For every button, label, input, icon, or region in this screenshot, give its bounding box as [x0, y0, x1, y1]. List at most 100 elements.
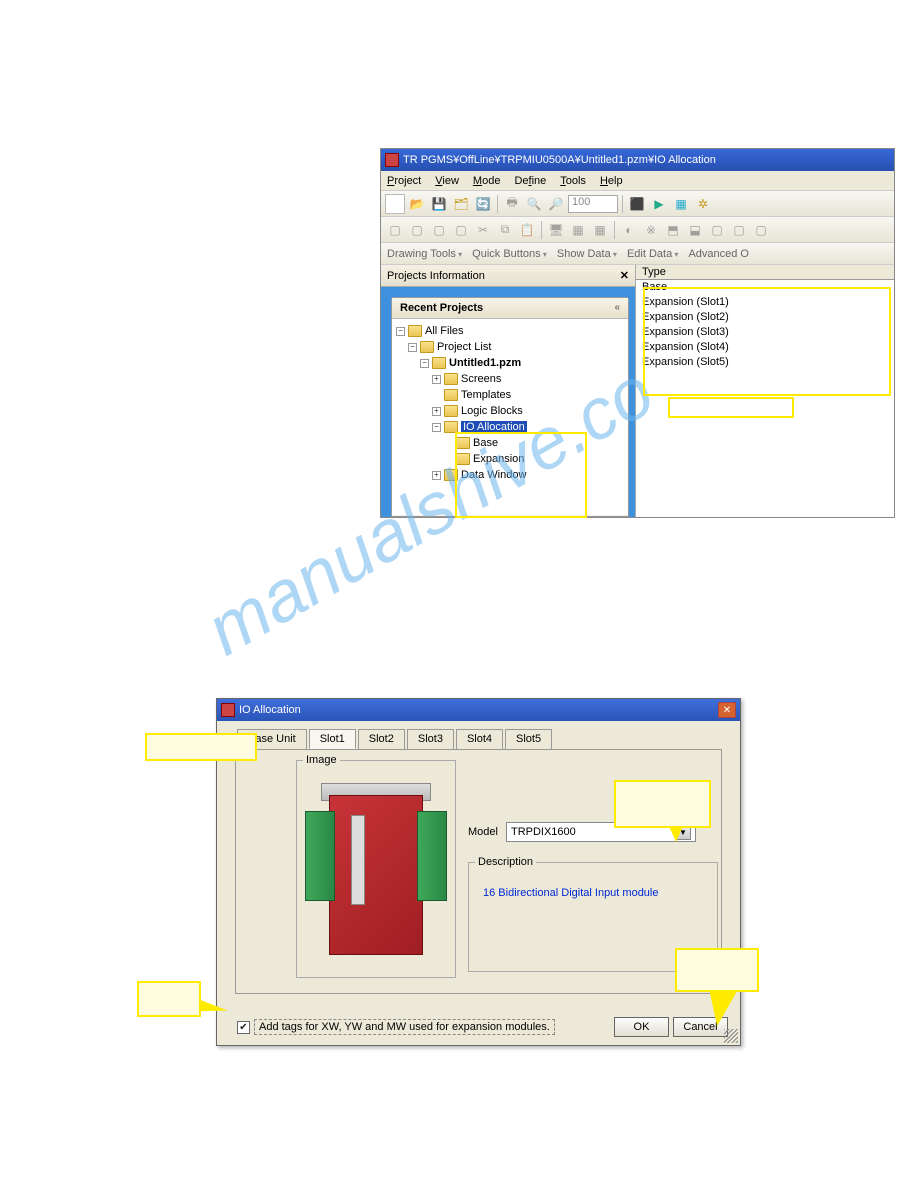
zoom-in-icon[interactable]: 🔍 — [524, 194, 544, 214]
toolstrip: Drawing Tools Quick Buttons Show Data Ed… — [381, 243, 894, 265]
close-icon[interactable]: ✕ — [620, 269, 629, 282]
tb-icon[interactable]: ▢ — [429, 220, 449, 240]
dialog-titlebar: IO Allocation ✕ — [217, 699, 740, 721]
main-window: TR PGMS¥OffLine¥TRPMIU0500A¥Untitled1.pz… — [380, 148, 895, 518]
tree-node-expansion[interactable]: Expansion — [396, 451, 624, 467]
callout-tabs — [145, 733, 257, 761]
paste-icon[interactable]: 📋 — [517, 220, 537, 240]
type-item-slot5[interactable]: Expansion (Slot5) — [636, 356, 894, 371]
tb-icon[interactable]: ※ — [641, 220, 661, 240]
recent-projects-header[interactable]: Recent Projects « — [392, 298, 628, 319]
addtags-checkbox[interactable]: ✔ — [237, 1021, 250, 1034]
model-value: TRPDIX1600 — [511, 826, 576, 838]
resize-grip[interactable] — [724, 1029, 738, 1043]
stop-icon[interactable]: ⬛ — [627, 194, 647, 214]
tree-node-projectlist[interactable]: −Project List — [396, 339, 624, 355]
type-item-base[interactable]: Base — [636, 281, 894, 296]
tb-icon[interactable]: ▢ — [729, 220, 749, 240]
type-panel: Type Base Expansion (Slot1) Expansion (S… — [636, 265, 894, 517]
menu-define[interactable]: Define — [514, 175, 546, 187]
toolbar-1: ▾ 📂 💾 🗂 🔄 🖶 🔍 🔎 100 ⬛ ▶ ▦ ✲ — [381, 191, 894, 217]
tree-node-project[interactable]: −Untitled1.pzm — [396, 355, 624, 371]
image-fieldset: Image — [296, 760, 456, 978]
tb-icon[interactable]: 🖥 — [546, 220, 566, 240]
io-allocation-dialog: IO Allocation ✕ Base Unit Slot1 Slot2 Sl… — [216, 698, 741, 1046]
play-icon[interactable]: ▶ — [649, 194, 669, 214]
addtags-label: Add tags for XW, YW and MW used for expa… — [254, 1019, 555, 1035]
tree-node-ioallocation[interactable]: −IO Allocation — [396, 419, 624, 435]
titlebar: TR PGMS¥OffLine¥TRPMIU0500A¥Untitled1.pz… — [381, 149, 894, 171]
callout-ok — [675, 948, 759, 992]
tb-icon[interactable]: ◐ — [619, 220, 639, 240]
description-text: 16 Bidirectional Digital Input module — [477, 871, 709, 915]
tree-node-datawindow[interactable]: +Data Window — [396, 467, 624, 483]
menu-mode[interactable]: Mode — [473, 175, 501, 187]
tb-icon[interactable]: ⬒ — [663, 220, 683, 240]
tb-icon[interactable]: ▢ — [451, 220, 471, 240]
zoom-combo[interactable]: 100 — [568, 195, 618, 213]
projects-panel-header: Projects Information ✕ — [381, 265, 635, 287]
toolbar-2: ▢ ▢ ▢ ▢ ✂ ⧉ 📋 🖥 ▦ ▦ ◐ ※ ⬒ ⬓ ▢ ▢ ▢ — [381, 217, 894, 243]
copy-icon[interactable]: ⧉ — [495, 220, 515, 240]
projects-panel: Projects Information ✕ Recent Projects «… — [381, 265, 636, 517]
tab-slot3[interactable]: Slot3 — [407, 729, 454, 749]
tb-icon[interactable]: ▦ — [568, 220, 588, 240]
toolstrip-drawing[interactable]: Drawing Tools — [387, 248, 462, 260]
project-tree: −All Files −Project List −Untitled1.pzm … — [392, 319, 628, 515]
type-item-slot1[interactable]: Expansion (Slot1) — [636, 296, 894, 311]
tab-slot1[interactable]: Slot1 — [309, 729, 356, 749]
menu-project[interactable]: Project — [387, 175, 421, 187]
tab-slot4[interactable]: Slot4 — [456, 729, 503, 749]
toolstrip-quick[interactable]: Quick Buttons — [472, 248, 547, 260]
tree-node-allfiles[interactable]: −All Files — [396, 323, 624, 339]
saveall-icon[interactable]: 🗂 — [451, 194, 471, 214]
tb-icon[interactable]: ▦ — [590, 220, 610, 240]
menubar: Project View Mode Define Tools Help — [381, 171, 894, 191]
grid-icon[interactable]: ▦ — [671, 194, 691, 214]
tb-icon[interactable]: ▢ — [385, 220, 405, 240]
cut-icon[interactable]: ✂ — [473, 220, 493, 240]
toolstrip-editdata[interactable]: Edit Data — [627, 248, 679, 260]
window-title: TR PGMS¥OffLine¥TRPMIU0500A¥Untitled1.pz… — [403, 154, 716, 166]
open-icon[interactable]: 📂 — [407, 194, 427, 214]
menu-help[interactable]: Help — [600, 175, 623, 187]
tree-node-templates[interactable]: Templates — [396, 387, 624, 403]
app-icon — [385, 153, 399, 167]
image-label: Image — [303, 754, 340, 766]
menu-view[interactable]: View — [435, 175, 459, 187]
save-icon[interactable]: 💾 — [429, 194, 449, 214]
type-item-slot3[interactable]: Expansion (Slot3) — [636, 326, 894, 341]
ok-button[interactable]: OK — [614, 1017, 669, 1037]
dialog-bottom-row: ✔ Add tags for XW, YW and MW used for ex… — [237, 1017, 728, 1037]
tb-icon[interactable]: ▢ — [707, 220, 727, 240]
tb-icon[interactable]: ▢ — [751, 220, 771, 240]
tree-node-logicblocks[interactable]: +Logic Blocks — [396, 403, 624, 419]
callout-checkbox — [137, 981, 201, 1017]
recent-projects-label: Recent Projects — [400, 302, 483, 314]
tb-icon[interactable]: ▢ — [407, 220, 427, 240]
gear-icon[interactable]: ✲ — [693, 194, 713, 214]
type-item-slot2[interactable]: Expansion (Slot2) — [636, 311, 894, 326]
tab-slot2[interactable]: Slot2 — [358, 729, 405, 749]
description-label: Description — [475, 856, 536, 868]
menu-tools[interactable]: Tools — [560, 175, 586, 187]
zoom-out-icon[interactable]: 🔎 — [546, 194, 566, 214]
projects-panel-title: Projects Information — [387, 270, 485, 282]
toolstrip-showdata[interactable]: Show Data — [557, 248, 617, 260]
dialog-icon — [221, 703, 235, 717]
tree-node-base[interactable]: Base — [396, 435, 624, 451]
close-button[interactable]: ✕ — [718, 702, 736, 718]
dialog-title: IO Allocation — [239, 704, 301, 716]
callout-model — [614, 780, 711, 828]
type-column-header[interactable]: Type — [636, 265, 894, 280]
tree-node-screens[interactable]: +Screens — [396, 371, 624, 387]
transfer-icon[interactable]: 🔄 — [473, 194, 493, 214]
tab-slot5[interactable]: Slot5 — [505, 729, 552, 749]
toolstrip-advanced[interactable]: Advanced O — [688, 248, 749, 260]
tab-row: Base Unit Slot1 Slot2 Slot3 Slot4 Slot5 — [217, 721, 740, 749]
tb-icon[interactable]: ⬓ — [685, 220, 705, 240]
print-icon[interactable]: 🖶 — [502, 194, 522, 214]
type-item-slot4[interactable]: Expansion (Slot4) — [636, 341, 894, 356]
device-image — [311, 775, 441, 965]
new-icon[interactable]: ▾ — [385, 194, 405, 214]
